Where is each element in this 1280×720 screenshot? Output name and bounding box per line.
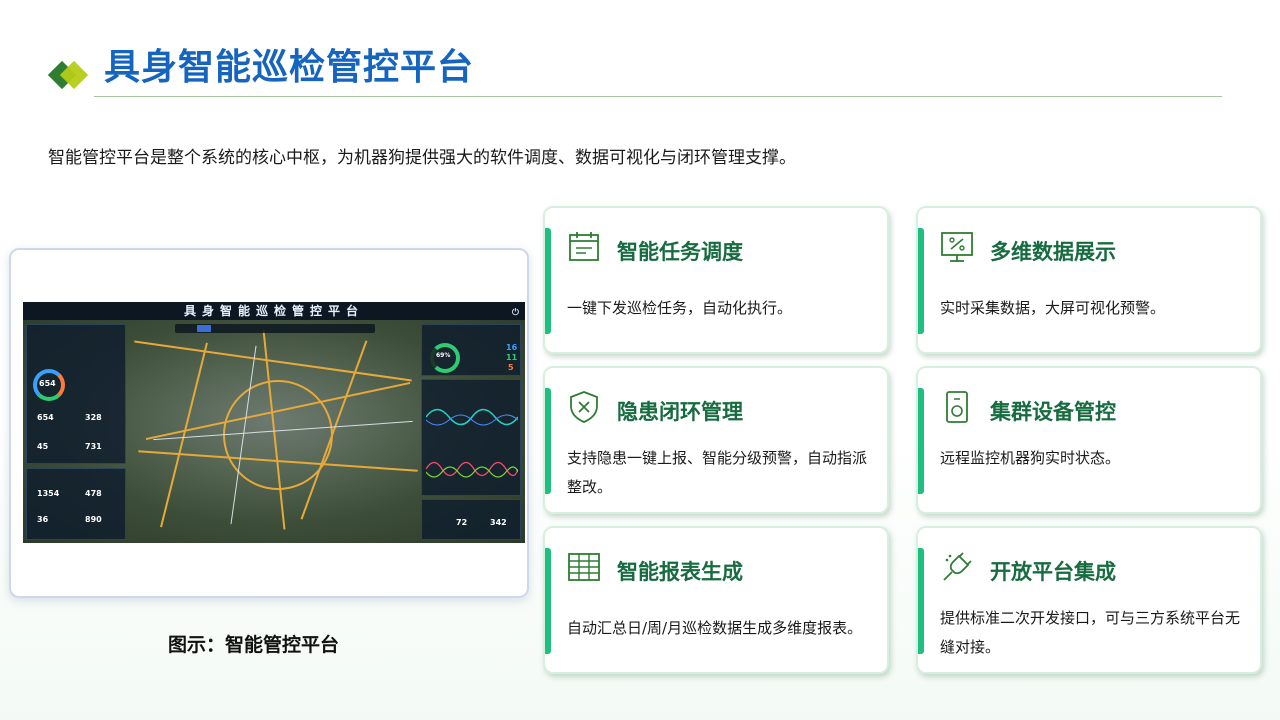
wave-line-icon bbox=[426, 408, 518, 426]
dashboard-screenshot: 具身智能巡检管控平台 ⏻ 654 654 328 45 731 1354 478… bbox=[23, 302, 525, 543]
right-stat: 16 bbox=[506, 343, 518, 352]
plug-connect-icon bbox=[943, 552, 972, 581]
wave-line-icon bbox=[426, 461, 518, 478]
feature-card-task-scheduling: 智能任务调度 一键下发巡检任务，自动化执行。 bbox=[543, 206, 889, 354]
card-description: 实时采集数据，大屏可视化预警。 bbox=[940, 299, 1166, 317]
dashboard-tabs bbox=[175, 324, 375, 333]
dashboard-screenshot-frame: 具身智能巡检管控平台 ⏻ 654 654 328 45 731 1354 478… bbox=[9, 248, 529, 598]
dashboard-right-panel-bottom: 72 342 bbox=[421, 499, 521, 540]
card-title: 集群设备管控 bbox=[990, 400, 1116, 424]
left-stat: 731 bbox=[85, 442, 102, 451]
card-title: 多维数据展示 bbox=[990, 240, 1116, 264]
card-accent-bar bbox=[545, 388, 551, 494]
right-bottom-stat: 72 bbox=[456, 518, 468, 527]
card-description: 提供标准二次开发接口，可与三方系统平台无缝对接。 bbox=[940, 609, 1241, 656]
calendar-icon bbox=[569, 232, 599, 261]
card-accent-bar bbox=[545, 548, 551, 654]
right-stat: 5 bbox=[508, 363, 514, 372]
shield-x-icon bbox=[570, 391, 598, 423]
screenshot-caption: 图示：智能管控平台 bbox=[168, 634, 340, 656]
feature-card-hazard-management: 隐患闭环管理 支持隐患一键上报、智能分级预警，自动指派整改。 bbox=[543, 366, 889, 514]
dashboard-title: 具身智能巡检管控平台 bbox=[183, 304, 364, 318]
ring-value: 654 bbox=[39, 379, 56, 388]
right-ring-value: 69% bbox=[436, 352, 451, 359]
card-title: 开放平台集成 bbox=[990, 560, 1116, 584]
page-title: 具身智能巡检管控平台 bbox=[104, 47, 475, 88]
card-description: 一键下发巡检任务，自动化执行。 bbox=[567, 299, 793, 317]
dashboard-left-bottom-panel: 1354 478 36 890 bbox=[26, 468, 126, 540]
card-accent-bar bbox=[918, 548, 924, 654]
left-stat: 654 bbox=[37, 413, 54, 422]
title-divider bbox=[94, 96, 1222, 97]
feature-card-open-platform: 开放平台集成 提供标准二次开发接口，可与三方系统平台无缝对接。 bbox=[916, 526, 1262, 674]
left-bottom-stat: 478 bbox=[85, 489, 102, 498]
power-icon: ⏻ bbox=[511, 308, 519, 318]
feature-card-device-control: 集群设备管控 远程监控机器狗实时状态。 bbox=[916, 366, 1262, 514]
card-accent-bar bbox=[918, 228, 924, 334]
feature-card-data-display: 多维数据展示 实时采集数据，大屏可视化预警。 bbox=[916, 206, 1262, 354]
dashboard-left-panel: 654 654 328 45 731 bbox=[26, 324, 126, 464]
left-stat: 45 bbox=[37, 442, 49, 451]
card-title: 智能任务调度 bbox=[617, 240, 743, 264]
card-title: 隐患闭环管理 bbox=[617, 400, 743, 424]
feature-card-report-generation: 智能报表生成 自动汇总日/周/月巡检数据生成多维度报表。 bbox=[543, 526, 889, 674]
card-description: 自动汇总日/周/月巡检数据生成多维度报表。 bbox=[567, 619, 863, 637]
table-grid-icon bbox=[568, 553, 600, 581]
dashboard-title-bar: 具身智能巡检管控平台 ⏻ bbox=[23, 302, 525, 320]
right-bottom-stat: 342 bbox=[490, 518, 507, 527]
intro-text: 智能管控平台是整个系统的核心中枢，为机器狗提供强大的软件调度、数据可视化与闭环管… bbox=[48, 148, 796, 168]
dashboard-right-panel-waves bbox=[421, 379, 521, 496]
card-title: 智能报表生成 bbox=[617, 560, 743, 584]
monitor-percent-icon bbox=[941, 232, 973, 262]
device-speaker-icon bbox=[946, 391, 968, 423]
card-accent-bar bbox=[545, 228, 551, 334]
dashboard-right-panel-status: 69% 16 11 5 bbox=[421, 324, 521, 376]
card-accent-bar bbox=[918, 388, 924, 494]
left-bottom-stat: 890 bbox=[85, 515, 102, 524]
left-bottom-stat: 1354 bbox=[37, 489, 60, 498]
left-stat: 328 bbox=[85, 413, 102, 422]
logo-diamond-icon bbox=[46, 58, 92, 92]
card-description: 远程监控机器狗实时状态。 bbox=[940, 449, 1121, 467]
card-description: 支持隐患一键上报、智能分级预警，自动指派整改。 bbox=[567, 449, 868, 496]
left-bottom-stat: 36 bbox=[37, 515, 49, 524]
right-stat: 11 bbox=[506, 353, 518, 362]
